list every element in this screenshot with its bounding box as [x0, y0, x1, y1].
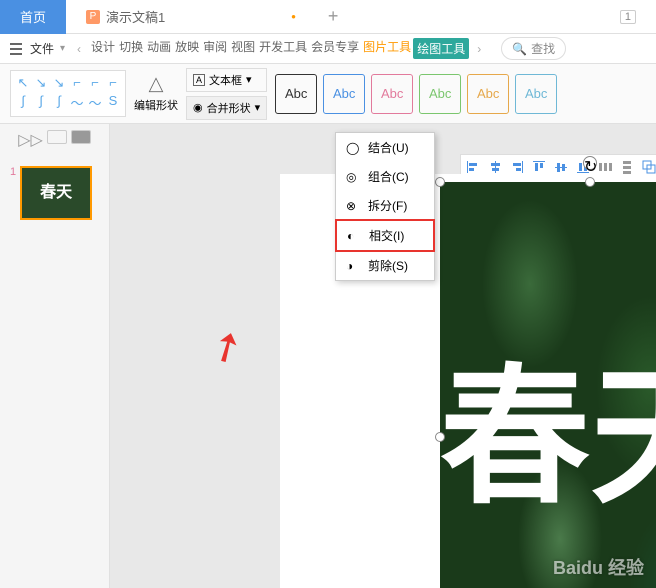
- line-shapes-gallery[interactable]: ↖↘↘⌐⌐⌐ ∫∫∫〜〜S: [10, 70, 126, 117]
- shape-style[interactable]: Abc: [515, 74, 557, 114]
- ribbon-tab-picture-tools[interactable]: 图片工具: [361, 38, 413, 59]
- ribbon-tab-draw-tools[interactable]: 绘图工具: [413, 38, 469, 59]
- new-tab-button[interactable]: +: [316, 6, 351, 27]
- edit-shape-icon: [146, 75, 166, 95]
- ribbon-tab[interactable]: 动画: [145, 38, 173, 59]
- search-label: 查找: [531, 40, 555, 57]
- align-left-icon[interactable]: [465, 159, 481, 175]
- tab-document[interactable]: P 演示文稿1 •: [66, 0, 316, 34]
- shape-style[interactable]: Abc: [323, 74, 365, 114]
- align-center-h-icon[interactable]: [487, 159, 503, 175]
- shape-style[interactable]: Abc: [275, 74, 317, 114]
- outline-view-icon[interactable]: ▷▷: [18, 130, 43, 150]
- edit-shape-label: 编辑形状: [134, 97, 178, 113]
- intersect-item[interactable]: ◐相交(I): [335, 219, 435, 252]
- slide-view[interactable]: [71, 130, 91, 144]
- tab-home[interactable]: 首页: [0, 0, 66, 34]
- combine-item[interactable]: ◎组合(C): [336, 162, 434, 191]
- tab-modified-dot: •: [291, 9, 296, 24]
- chevron-down-icon: ▾: [60, 43, 65, 54]
- merge-shape-button[interactable]: ◉ 合并形状 ▾: [186, 96, 267, 120]
- merge-shape-label: 合并形状: [207, 100, 251, 116]
- text-box-icon: A: [193, 74, 205, 86]
- ribbon-tab[interactable]: 设计: [89, 38, 117, 59]
- resize-handle[interactable]: [435, 177, 445, 187]
- doc-title: 演示文稿1: [106, 7, 165, 26]
- shape-style[interactable]: Abc: [371, 74, 413, 114]
- slide-thumbnail[interactable]: 1 春天: [10, 166, 99, 220]
- ribbon-tab[interactable]: 审阅: [201, 38, 229, 59]
- fragment-icon: ⊗: [346, 199, 360, 213]
- watermark: Baidu 经验: [553, 554, 644, 580]
- rotation-handle[interactable]: ↻: [583, 156, 597, 170]
- thumbnail-view[interactable]: [47, 130, 67, 144]
- distribute-v-icon[interactable]: [619, 159, 635, 175]
- resize-handle[interactable]: [435, 432, 445, 442]
- union-item[interactable]: ◯结合(U): [336, 133, 434, 162]
- intersect-icon: ◐: [347, 229, 361, 243]
- slide-number: 1: [10, 166, 16, 220]
- ppt-icon: P: [86, 10, 100, 24]
- search-icon: 🔍: [512, 42, 527, 56]
- text-box-label: 文本框: [209, 72, 242, 88]
- annotation-arrow: ➚: [201, 319, 253, 376]
- shape-style[interactable]: Abc: [467, 74, 509, 114]
- shape-styles: Abc Abc Abc Abc Abc Abc: [275, 74, 557, 114]
- ribbon-tab[interactable]: 开发工具: [257, 38, 309, 59]
- distribute-h-icon[interactable]: [597, 159, 613, 175]
- slide-panel: ▷▷ 1 春天: [0, 124, 110, 588]
- text-box-button[interactable]: A 文本框 ▾: [186, 68, 267, 92]
- group-icon[interactable]: [641, 159, 656, 175]
- merge-shape-dropdown: ◯结合(U) ◎组合(C) ⊗拆分(F) ◐相交(I) ◑剪除(S): [335, 132, 435, 281]
- chevron-down-icon: ▾: [255, 101, 261, 114]
- selected-image[interactable]: 春天 ↻: [440, 182, 656, 588]
- subtract-icon: ◑: [346, 259, 360, 273]
- ribbon-tabs: 设计 切换 动画 放映 审阅 视图 开发工具 会员专享 图片工具 绘图工具: [89, 38, 469, 59]
- nav-prev[interactable]: ‹: [71, 40, 87, 58]
- subtract-item[interactable]: ◑剪除(S): [336, 251, 434, 280]
- window-number[interactable]: 1: [620, 10, 636, 24]
- edit-shape-button[interactable]: [134, 75, 178, 95]
- ribbon-tab[interactable]: 放映: [173, 38, 201, 59]
- combine-icon: ◎: [346, 170, 360, 184]
- shape-style[interactable]: Abc: [419, 74, 461, 114]
- search-box[interactable]: 🔍 查找: [501, 37, 566, 60]
- slide-text: 春天: [440, 362, 656, 512]
- hamburger-icon[interactable]: [10, 43, 22, 55]
- thumbnail-preview: 春天: [20, 166, 92, 220]
- union-icon: ◯: [346, 141, 360, 155]
- merge-icon: ◉: [193, 101, 203, 114]
- nav-next[interactable]: ›: [471, 40, 487, 58]
- align-middle-icon[interactable]: [553, 159, 569, 175]
- resize-handle[interactable]: [585, 177, 595, 187]
- align-right-icon[interactable]: [509, 159, 525, 175]
- ribbon-tab[interactable]: 切换: [117, 38, 145, 59]
- align-top-icon[interactable]: [531, 159, 547, 175]
- file-menu[interactable]: 文件: [30, 40, 54, 57]
- ribbon-tab[interactable]: 视图: [229, 38, 257, 59]
- ribbon-tab[interactable]: 会员专享: [309, 38, 361, 59]
- chevron-down-icon: ▾: [246, 73, 252, 86]
- canvas[interactable]: ◯结合(U) ◎组合(C) ⊗拆分(F) ◐相交(I) ◑剪除(S) ➚ 春天 …: [110, 124, 656, 588]
- fragment-item[interactable]: ⊗拆分(F): [336, 191, 434, 220]
